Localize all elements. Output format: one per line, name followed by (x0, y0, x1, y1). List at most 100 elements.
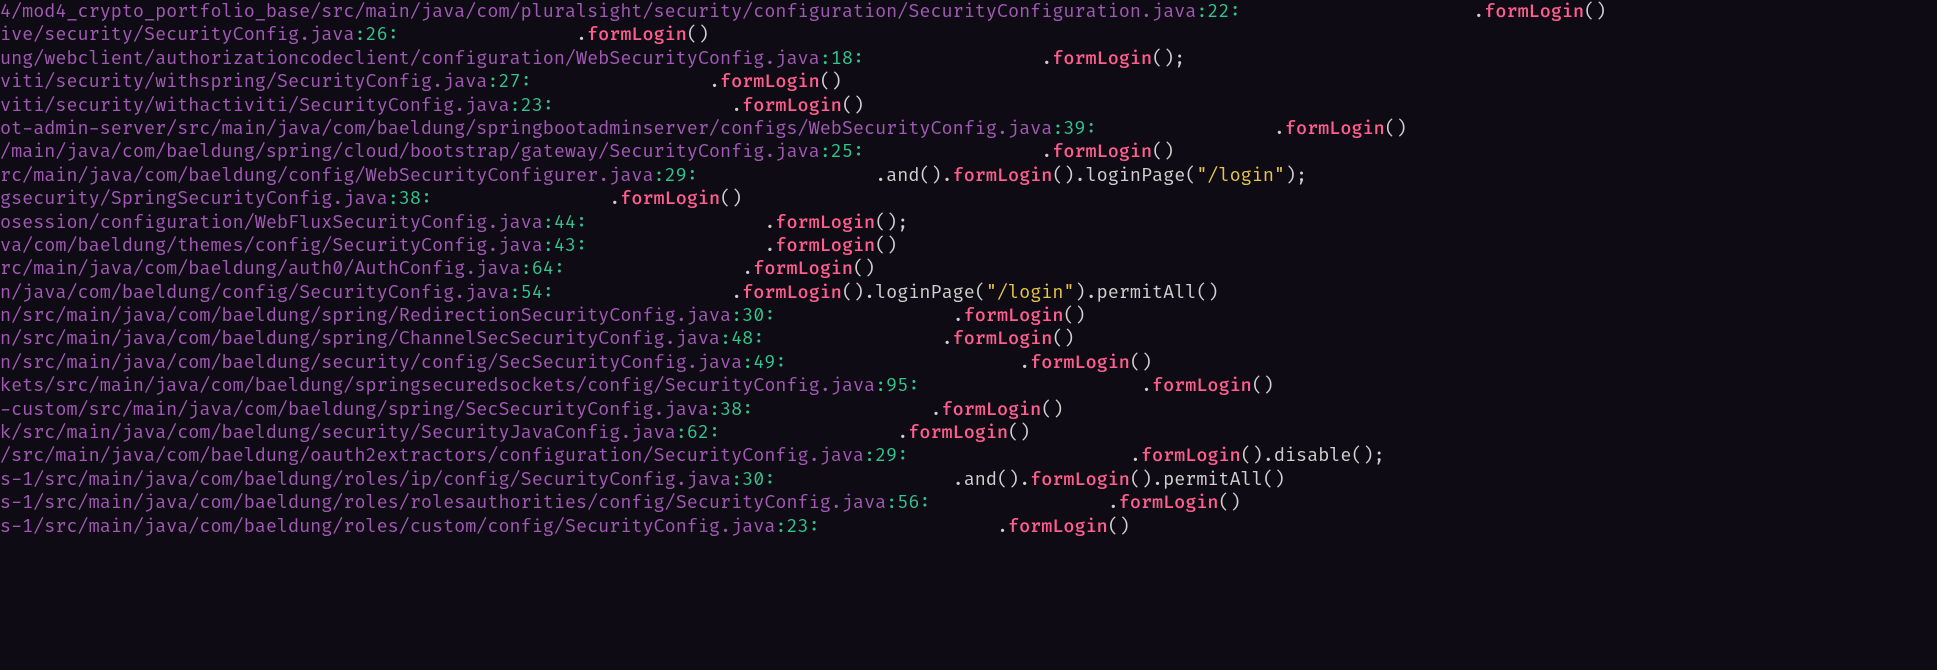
match-highlight: formLogin (1141, 444, 1241, 467)
line-number: 30 (742, 468, 764, 491)
dot-operator: . (997, 515, 1008, 538)
code-text: .and(). (875, 164, 953, 187)
line-number: 43 (554, 234, 576, 257)
whitespace (587, 234, 764, 257)
match-highlight: formLogin (742, 94, 842, 117)
dot-operator: . (1019, 351, 1030, 374)
match-highlight: formLogin (1285, 117, 1385, 140)
separator: : (731, 468, 742, 491)
dot-operator: . (1274, 117, 1285, 140)
grep-result-line: /src/main/java/com/baeldung/oauth2extrac… (0, 444, 1937, 467)
separator: : (731, 304, 742, 327)
grep-result-line: viti/security/withspring/SecurityConfig.… (0, 70, 1937, 93)
whitespace (1241, 0, 1474, 23)
line-number: 23 (786, 515, 808, 538)
separator: : (897, 444, 908, 467)
file-path: s-1/src/main/java/com/baeldung/roles/rol… (0, 491, 886, 514)
line-number: 29 (665, 164, 687, 187)
separator: : (820, 47, 831, 70)
line-number: 38 (720, 398, 742, 421)
separator: : (853, 47, 864, 70)
code-text: () (720, 187, 742, 210)
dot-operator: . (1108, 491, 1119, 514)
file-path: n/src/main/java/com/baeldung/spring/Redi… (0, 304, 731, 327)
code-text: () (820, 70, 842, 93)
grep-result-line: -custom/src/main/java/com/baeldung/sprin… (0, 398, 1937, 421)
file-path: rc/main/java/com/baeldung/config/WebSecu… (0, 164, 654, 187)
code-text: () (1063, 304, 1085, 327)
whitespace (587, 211, 764, 234)
grep-result-line: s-1/src/main/java/com/baeldung/roles/rol… (0, 491, 1937, 514)
grep-result-line: viti/security/withactiviti/SecurityConfi… (0, 94, 1937, 117)
match-highlight: formLogin (953, 164, 1053, 187)
separator: : (487, 70, 498, 93)
whitespace (1097, 117, 1274, 140)
match-highlight: formLogin (1030, 468, 1130, 491)
match-highlight: formLogin (908, 421, 1008, 444)
whitespace (820, 515, 997, 538)
separator: : (775, 515, 786, 538)
dot-operator: . (953, 304, 964, 327)
match-highlight: formLogin (742, 281, 842, 304)
code-text: () (1219, 491, 1241, 514)
separator: : (764, 304, 775, 327)
line-number: 39 (1063, 117, 1085, 140)
line-number: 18 (831, 47, 853, 70)
match-highlight: formLogin (775, 211, 875, 234)
file-path: rc/main/java/com/baeldung/auth0/AuthConf… (0, 257, 521, 280)
separator: : (853, 140, 864, 163)
separator: : (809, 515, 820, 538)
separator: : (1086, 117, 1097, 140)
match-highlight: formLogin (942, 398, 1042, 421)
file-path: osession/configuration/WebFluxSecurityCo… (0, 211, 543, 234)
whitespace (864, 140, 1041, 163)
match-highlight: formLogin (1008, 515, 1108, 538)
file-path: 4/mod4_crypto_portfolio_base/src/main/ja… (0, 0, 1196, 23)
separator: : (764, 468, 775, 491)
code-text: () (1152, 140, 1174, 163)
file-path: s-1/src/main/java/com/baeldung/roles/ip/… (0, 468, 731, 491)
match-highlight: formLogin (953, 327, 1053, 350)
file-path: kets/src/main/java/com/baeldung/springse… (0, 374, 875, 397)
code-text: ().permitAll() (1130, 468, 1285, 491)
separator: : (1230, 0, 1241, 23)
file-path: viti/security/withspring/SecurityConfig.… (0, 70, 487, 93)
separator: : (354, 23, 365, 46)
dot-operator: . (1473, 0, 1484, 23)
code-text: ().loginPage( (842, 281, 986, 304)
separator: : (543, 211, 554, 234)
whitespace (764, 327, 941, 350)
separator: : (421, 187, 432, 210)
whitespace (565, 257, 742, 280)
separator: : (875, 374, 886, 397)
grep-result-line: kets/src/main/java/com/baeldung/springse… (0, 374, 1937, 397)
file-path: n/src/main/java/com/baeldung/security/co… (0, 351, 742, 374)
separator: : (554, 257, 565, 280)
separator: : (543, 281, 554, 304)
dot-operator: . (1141, 374, 1152, 397)
grep-result-line: s-1/src/main/java/com/baeldung/roles/ip/… (0, 468, 1937, 491)
grep-result-line: /main/java/com/baeldung/spring/cloud/boo… (0, 140, 1937, 163)
match-highlight: formLogin (1484, 0, 1584, 23)
separator: : (676, 421, 687, 444)
dot-operator: . (1041, 140, 1052, 163)
separator: : (521, 70, 532, 93)
whitespace (698, 164, 875, 187)
separator: : (521, 257, 532, 280)
code-text: (); (1152, 47, 1185, 70)
whitespace (753, 398, 930, 421)
line-number: 56 (897, 491, 919, 514)
dot-operator: . (609, 187, 620, 210)
match-highlight: formLogin (1052, 140, 1152, 163)
code-text: () (1130, 351, 1152, 374)
whitespace (919, 374, 1141, 397)
dot-operator: . (1041, 47, 1052, 70)
separator: : (919, 491, 930, 514)
code-text: () (875, 234, 897, 257)
dot-operator: . (764, 234, 775, 257)
line-number: 54 (521, 281, 543, 304)
separator: : (742, 351, 753, 374)
whitespace (930, 491, 1107, 514)
separator: : (864, 444, 875, 467)
match-highlight: formLogin (1119, 491, 1219, 514)
